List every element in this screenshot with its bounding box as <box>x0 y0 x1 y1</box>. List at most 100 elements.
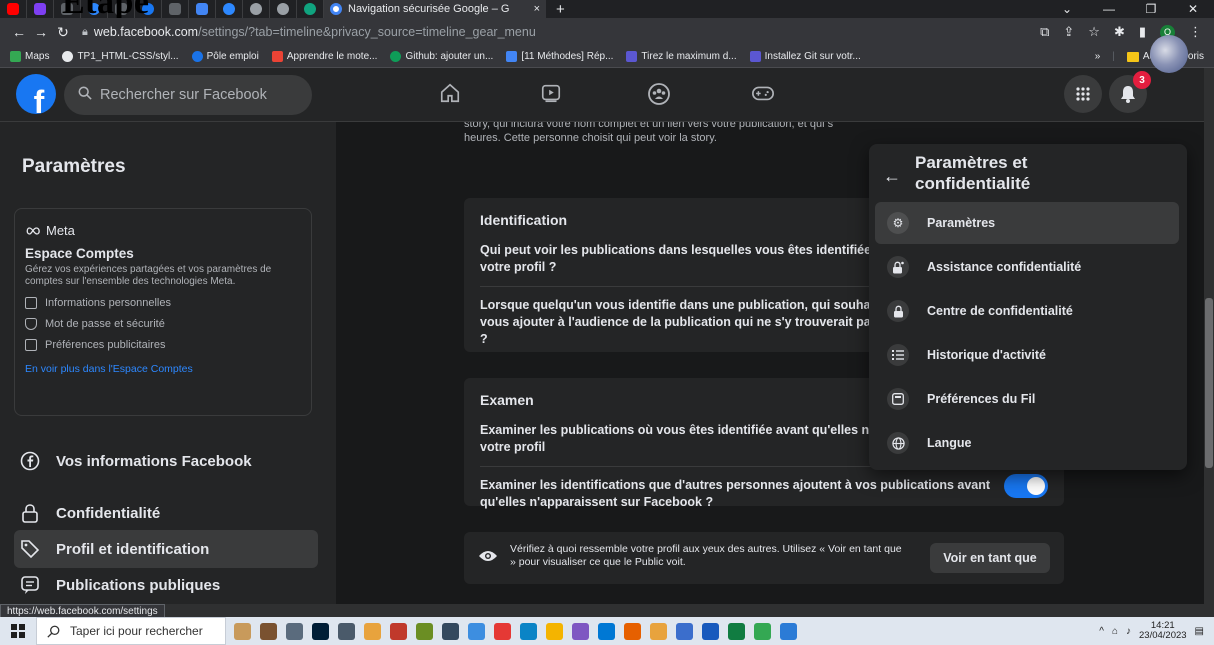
menu-grid-button[interactable] <box>1064 75 1102 113</box>
review-question-1[interactable]: Examiner les publications où vous êtes i… <box>480 422 880 456</box>
bookmark-methodes[interactable]: [11 Méthodes] Rép... <box>506 51 613 62</box>
taskbar-app-icon[interactable] <box>572 622 589 640</box>
bookmark-tirez[interactable]: Tirez le maximum d... <box>626 51 737 62</box>
groups-icon[interactable] <box>647 82 671 111</box>
taskbar-app-icon[interactable] <box>728 622 745 640</box>
back-arrow-icon[interactable]: ← <box>883 166 901 187</box>
taskbar-search[interactable]: Taper ici pour rechercher <box>36 617 226 645</box>
tab-mail[interactable] <box>27 0 54 18</box>
tab-chatgpt-2[interactable] <box>270 0 297 18</box>
bookmark-star-icon[interactable]: ☆ <box>1088 24 1100 40</box>
identification-question-2[interactable]: Lorsque quelqu'un vous identifie dans un… <box>480 297 900 348</box>
home-icon[interactable] <box>439 82 461 109</box>
identification-question-1[interactable]: Qui peut voir les publications dans lesq… <box>480 242 900 276</box>
share-icon[interactable]: ⇪ <box>1063 24 1074 40</box>
tab-youtube[interactable] <box>0 0 27 18</box>
side-panel-icon[interactable]: ▮ <box>1139 24 1146 40</box>
folder-icon <box>1126 51 1139 62</box>
bookmark-apprendre[interactable]: Apprendre le mote... <box>271 51 377 62</box>
notifications-button[interactable]: 3 <box>1109 71 1151 113</box>
bookmark-git[interactable]: Installez Git sur votr... <box>749 51 861 62</box>
feed-icon <box>887 388 909 410</box>
meta-item-password-security[interactable]: Mot de passe et sécurité <box>25 317 301 330</box>
sidebar-item-public-posts[interactable]: Publications publiques <box>14 566 318 604</box>
tab-search-icon[interactable]: ⌄ <box>1046 2 1088 16</box>
tab-active[interactable]: Navigation sécurisée Google – G × <box>324 0 546 18</box>
notification-center-icon[interactable]: ▤ <box>1195 626 1204 637</box>
taskbar-app-icon[interactable] <box>416 622 433 640</box>
tab-app[interactable] <box>189 0 216 18</box>
url-field[interactable]: 🔒︎ web.facebook.com/settings/?tab=timeli… <box>82 21 1040 43</box>
install-app-icon[interactable]: ⧉ <box>1040 24 1049 40</box>
more-bookmarks-button[interactable]: » <box>1095 51 1101 62</box>
taskbar-app-icon[interactable] <box>286 622 303 640</box>
menu-item-settings[interactable]: ⚙ Paramètres <box>875 202 1179 244</box>
clock[interactable]: 14:21 23/04/2023 <box>1139 620 1187 642</box>
bookmark-github-ajouter[interactable]: Github: ajouter un... <box>390 51 493 62</box>
tab-chatgpt-1[interactable] <box>243 0 270 18</box>
search-icon <box>78 86 92 104</box>
taskbar-app-icon[interactable] <box>676 622 693 640</box>
review-tags-toggle[interactable] <box>1004 474 1048 498</box>
horizontal-scrollbar[interactable] <box>0 604 1214 617</box>
accounts-center-link[interactable]: En voir plus dans l'Espace Comptes <box>25 363 301 375</box>
meta-item-personal-info[interactable]: Informations personnelles <box>25 296 301 309</box>
facebook-search-input[interactable]: Rechercher sur Facebook <box>64 75 312 115</box>
taskbar-app-icon[interactable] <box>702 622 719 640</box>
taskbar-app-icon[interactable] <box>364 622 381 640</box>
taskbar-app-icon[interactable] <box>520 622 537 640</box>
facebook-logo[interactable]: f <box>16 74 56 114</box>
taskbar-app-icon[interactable] <box>598 622 615 640</box>
menu-item-privacy-checkup[interactable]: Assistance confidentialité <box>875 246 1179 288</box>
taskbar-app-icon[interactable] <box>442 622 459 640</box>
taskbar-app-icon[interactable] <box>468 622 485 640</box>
taskbar-app-icon[interactable] <box>624 622 641 640</box>
taskbar-app-icon[interactable] <box>546 622 563 640</box>
close-tab-icon[interactable]: × <box>534 3 540 15</box>
taskbar-app-icon[interactable] <box>234 622 251 640</box>
tab-chatgpt-3[interactable] <box>297 0 324 18</box>
menu-item-activity-log[interactable]: Historique d'activité <box>875 334 1179 376</box>
taskbar-app-icon[interactable] <box>494 622 511 640</box>
review-question-2[interactable]: Examiner les identifications que d'autre… <box>480 477 995 511</box>
tab-messenger-2[interactable] <box>216 0 243 18</box>
taskbar-app-icon[interactable] <box>338 622 355 640</box>
close-window-button[interactable]: ✕ <box>1172 2 1214 16</box>
bookmark-pole-emploi[interactable]: Pôle emploi <box>191 51 259 62</box>
view-as-button[interactable]: Voir en tant que <box>930 543 1050 573</box>
back-icon[interactable]: ← <box>8 24 30 40</box>
bookmark-maps[interactable]: Maps <box>10 51 49 62</box>
taskbar-app-icon[interactable] <box>780 622 797 640</box>
account-avatar[interactable] <box>1150 35 1188 73</box>
sidebar-item-privacy[interactable]: Confidentialité <box>14 494 318 532</box>
sidebar-item-profile-tagging[interactable]: Profil et identification <box>14 530 318 568</box>
taskbar-app-icon[interactable] <box>754 622 771 640</box>
new-tab-button[interactable]: + <box>556 2 565 17</box>
taskbar-app-icon[interactable] <box>390 622 407 640</box>
chevron-up-icon[interactable]: ^ <box>1099 626 1104 637</box>
speaker-icon[interactable]: ♪ <box>1126 626 1131 637</box>
view-as-card: Vérifiez à quoi ressemble votre profil a… <box>464 532 1064 584</box>
scrollbar-thumb[interactable] <box>1205 298 1213 468</box>
page-scrollbar[interactable] <box>1204 68 1214 604</box>
reload-icon[interactable]: ↻ <box>52 24 74 41</box>
menu-kebab-icon[interactable]: ⋮ <box>1189 24 1202 40</box>
start-button[interactable] <box>0 617 36 645</box>
forward-icon[interactable]: → <box>30 24 52 40</box>
minimize-button[interactable]: — <box>1088 2 1130 16</box>
bookmark-github-tp1[interactable]: TP1_HTML-CSS/styl... <box>62 51 179 62</box>
extensions-icon[interactable]: ✱ <box>1114 24 1125 40</box>
meta-item-ad-preferences[interactable]: Préférences publicitaires <box>25 338 301 351</box>
menu-item-language[interactable]: Langue <box>875 422 1179 464</box>
taskbar-app-icon[interactable] <box>650 622 667 640</box>
tab-link-3[interactable] <box>162 0 189 18</box>
sidebar-item-your-information[interactable]: Vos informations Facebook <box>14 442 318 480</box>
restore-button[interactable]: ❐ <box>1130 2 1172 16</box>
gaming-icon[interactable] <box>751 82 775 109</box>
watch-icon[interactable] <box>540 82 562 109</box>
menu-item-privacy-center[interactable]: Centre de confidentialité <box>875 290 1179 332</box>
menu-item-feed-preferences[interactable]: Préférences du Fil <box>875 378 1179 420</box>
taskbar-app-icon[interactable] <box>260 622 277 640</box>
network-icon[interactable]: ⌂ <box>1112 626 1118 637</box>
taskbar-app-icon[interactable] <box>312 622 329 640</box>
